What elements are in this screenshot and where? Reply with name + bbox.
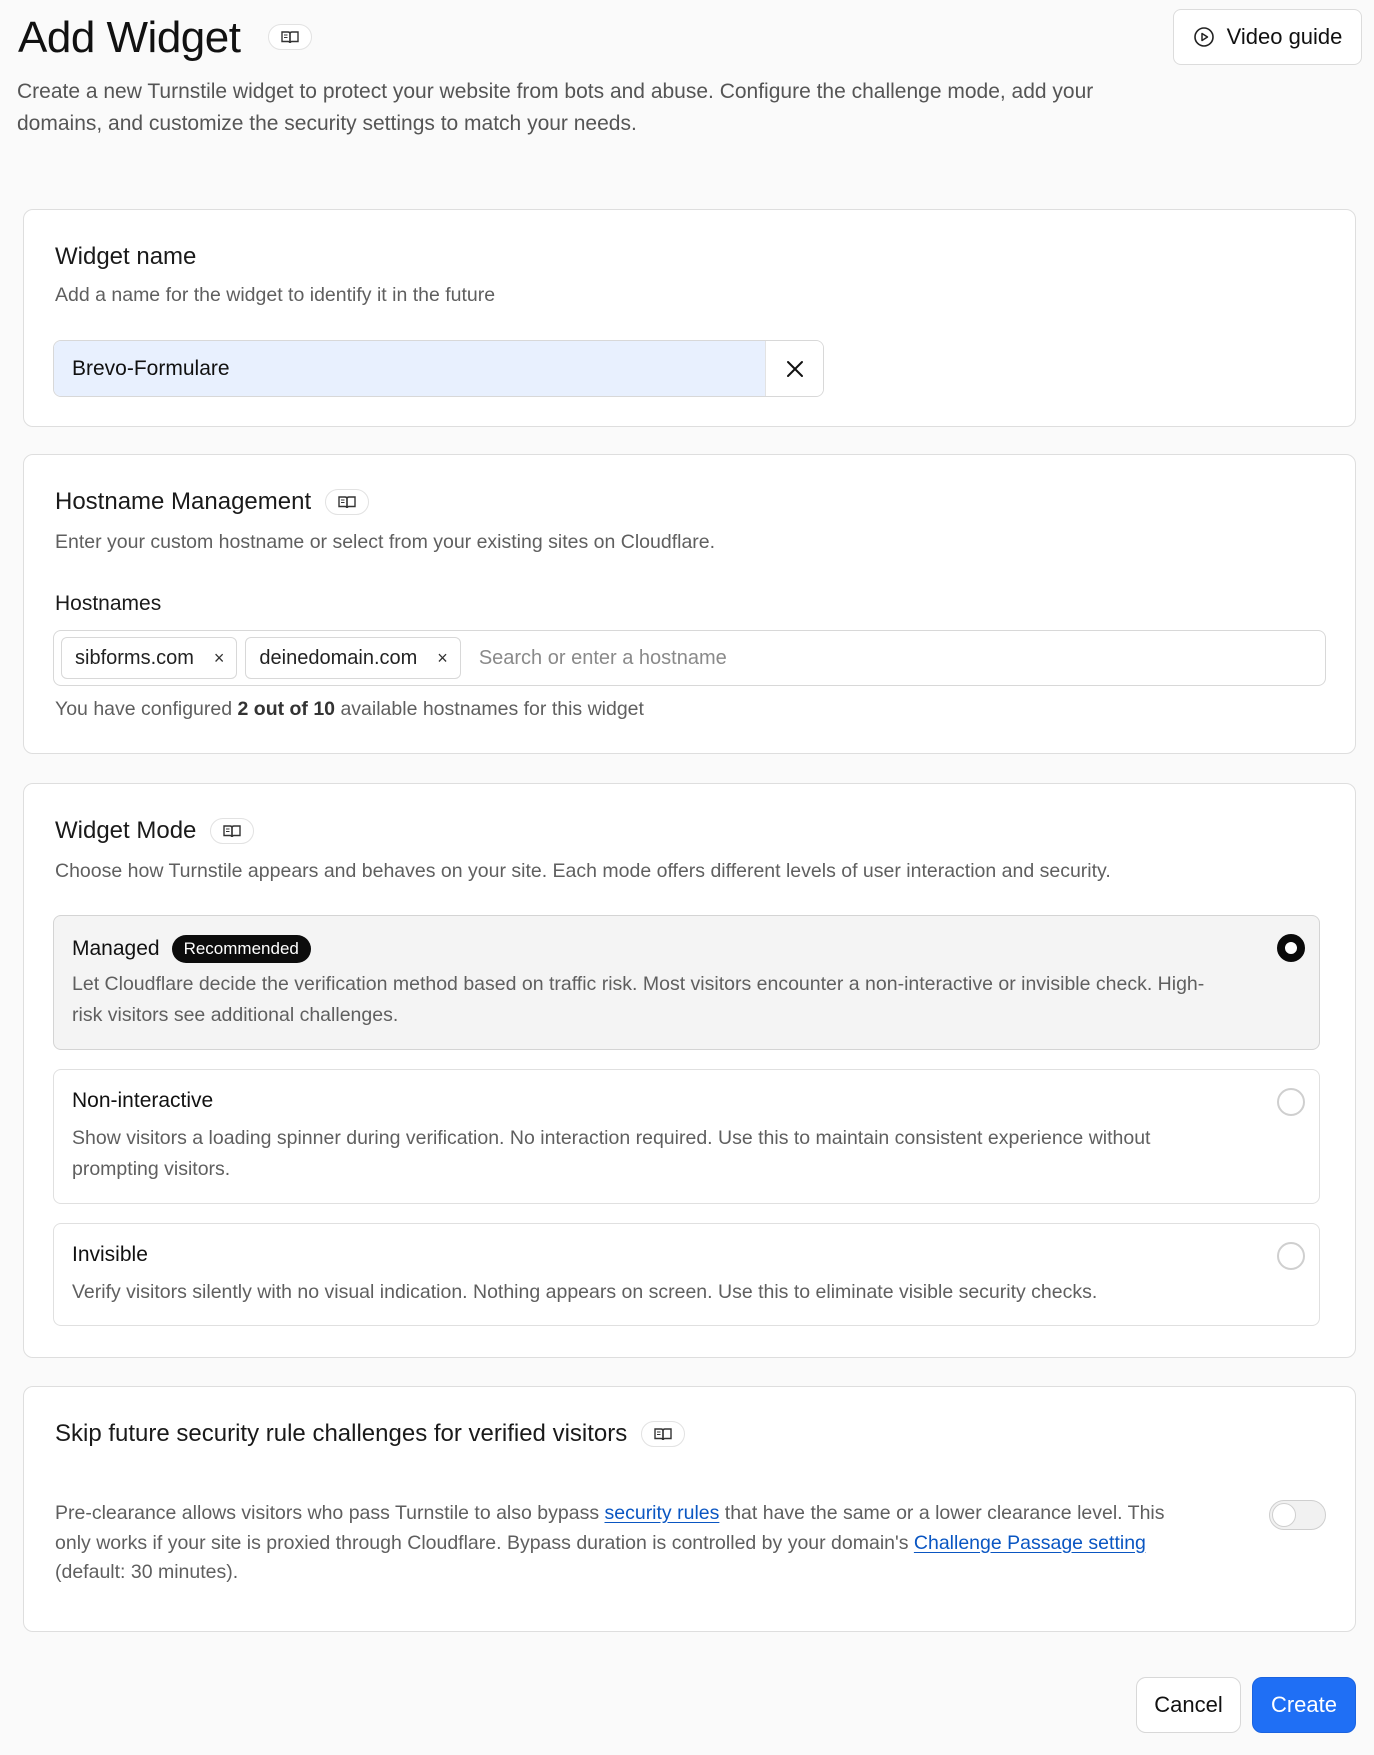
mode-option-non-interactive[interactable]: Non-interactive Show visitors a loading … (53, 1069, 1320, 1204)
recommended-badge: Recommended (171, 935, 311, 963)
book-icon[interactable] (210, 818, 255, 844)
mode-description: Verify visitors silently with no visual … (72, 1281, 1098, 1303)
widget-mode-title: Widget Mode (55, 817, 197, 844)
hostname-management-title: Hostname Management (55, 488, 312, 515)
note-prefix: You have configured (55, 698, 238, 720)
hostname-chip-label: deinedomain.com (259, 646, 418, 669)
cancel-button[interactable]: Cancel (1136, 1677, 1241, 1733)
widget-name-title: Widget name (55, 243, 197, 270)
hostname-chip: sibforms.com × (61, 637, 238, 679)
mode-radio[interactable] (1277, 1242, 1305, 1270)
remove-chip-icon[interactable]: × (214, 648, 225, 669)
hostname-search-input[interactable] (478, 646, 1325, 670)
pre-clearance-title: Skip future security rule challenges for… (55, 1420, 628, 1447)
hostname-chip-label: sibforms.com (75, 646, 194, 669)
note-suffix: available hostnames for this widget (335, 698, 644, 720)
widget-mode-subtitle: Choose how Turnstile appears and behaves… (55, 860, 1111, 882)
pre-clearance-toggle[interactable] (1269, 1500, 1326, 1530)
pre-clearance-description: Pre-clearance allows visitors who pass T… (55, 1499, 1175, 1588)
close-icon (786, 360, 803, 377)
pre-clearance-card: Skip future security rule challenges for… (23, 1386, 1356, 1632)
hostname-management-subtitle: Enter your custom hostname or select fro… (55, 531, 716, 553)
note-count: 2 out of 10 (237, 698, 336, 720)
clear-name-button[interactable] (765, 341, 823, 396)
video-guide-label: Video guide (1226, 24, 1343, 49)
mode-title: Non-interactive (72, 1089, 214, 1112)
remove-chip-icon[interactable]: × (437, 648, 448, 669)
widget-name-card: Widget name Add a name for the widget to… (23, 209, 1356, 427)
play-circle-icon (1193, 27, 1214, 47)
video-guide-button[interactable]: Video guide (1173, 9, 1362, 65)
mode-description: Show visitors a loading spinner during v… (72, 1127, 1151, 1180)
widget-name-subtitle: Add a name for the widget to identify it… (55, 284, 496, 306)
text-segment: Pre-clearance allows visitors who pass T… (55, 1502, 605, 1524)
mode-option-managed[interactable]: Managed Recommended Let Cloudflare decid… (53, 915, 1320, 1050)
hostnames-field: sibforms.com × deinedomain.com × (53, 630, 1326, 686)
mode-description: Let Cloudflare decide the verification m… (72, 973, 1205, 1026)
hostname-chip: deinedomain.com × (245, 637, 461, 679)
security-rules-link[interactable]: security rules (605, 1502, 720, 1524)
hostname-count-note: You have configured 2 out of 10 availabl… (55, 698, 644, 721)
mode-title: Managed (72, 937, 160, 960)
toggle-knob (1272, 1503, 1296, 1527)
book-icon[interactable] (268, 24, 312, 50)
book-icon[interactable] (325, 489, 370, 515)
hostnames-label: Hostnames (55, 592, 162, 615)
hostname-management-card: Hostname Management Enter your custom ho… (23, 454, 1356, 754)
widget-mode-card: Widget Mode Choose how Turnstile appears… (23, 783, 1356, 1358)
challenge-passage-link[interactable]: Challenge Passage setting (914, 1532, 1146, 1554)
page-description: Create a new Turnstile widget to protect… (17, 80, 1094, 135)
mode-radio[interactable] (1277, 1088, 1305, 1116)
create-button[interactable]: Create (1252, 1677, 1356, 1733)
book-icon[interactable] (641, 1421, 686, 1447)
widget-name-input[interactable] (54, 341, 765, 396)
widget-name-field (53, 340, 824, 397)
mode-title: Invisible (72, 1243, 148, 1266)
text-segment: (default: 30 minutes). (55, 1561, 239, 1583)
mode-option-invisible[interactable]: Invisible Verify visitors silently with … (53, 1223, 1320, 1326)
mode-radio[interactable] (1277, 934, 1305, 962)
page-title: Add Widget (18, 13, 241, 62)
